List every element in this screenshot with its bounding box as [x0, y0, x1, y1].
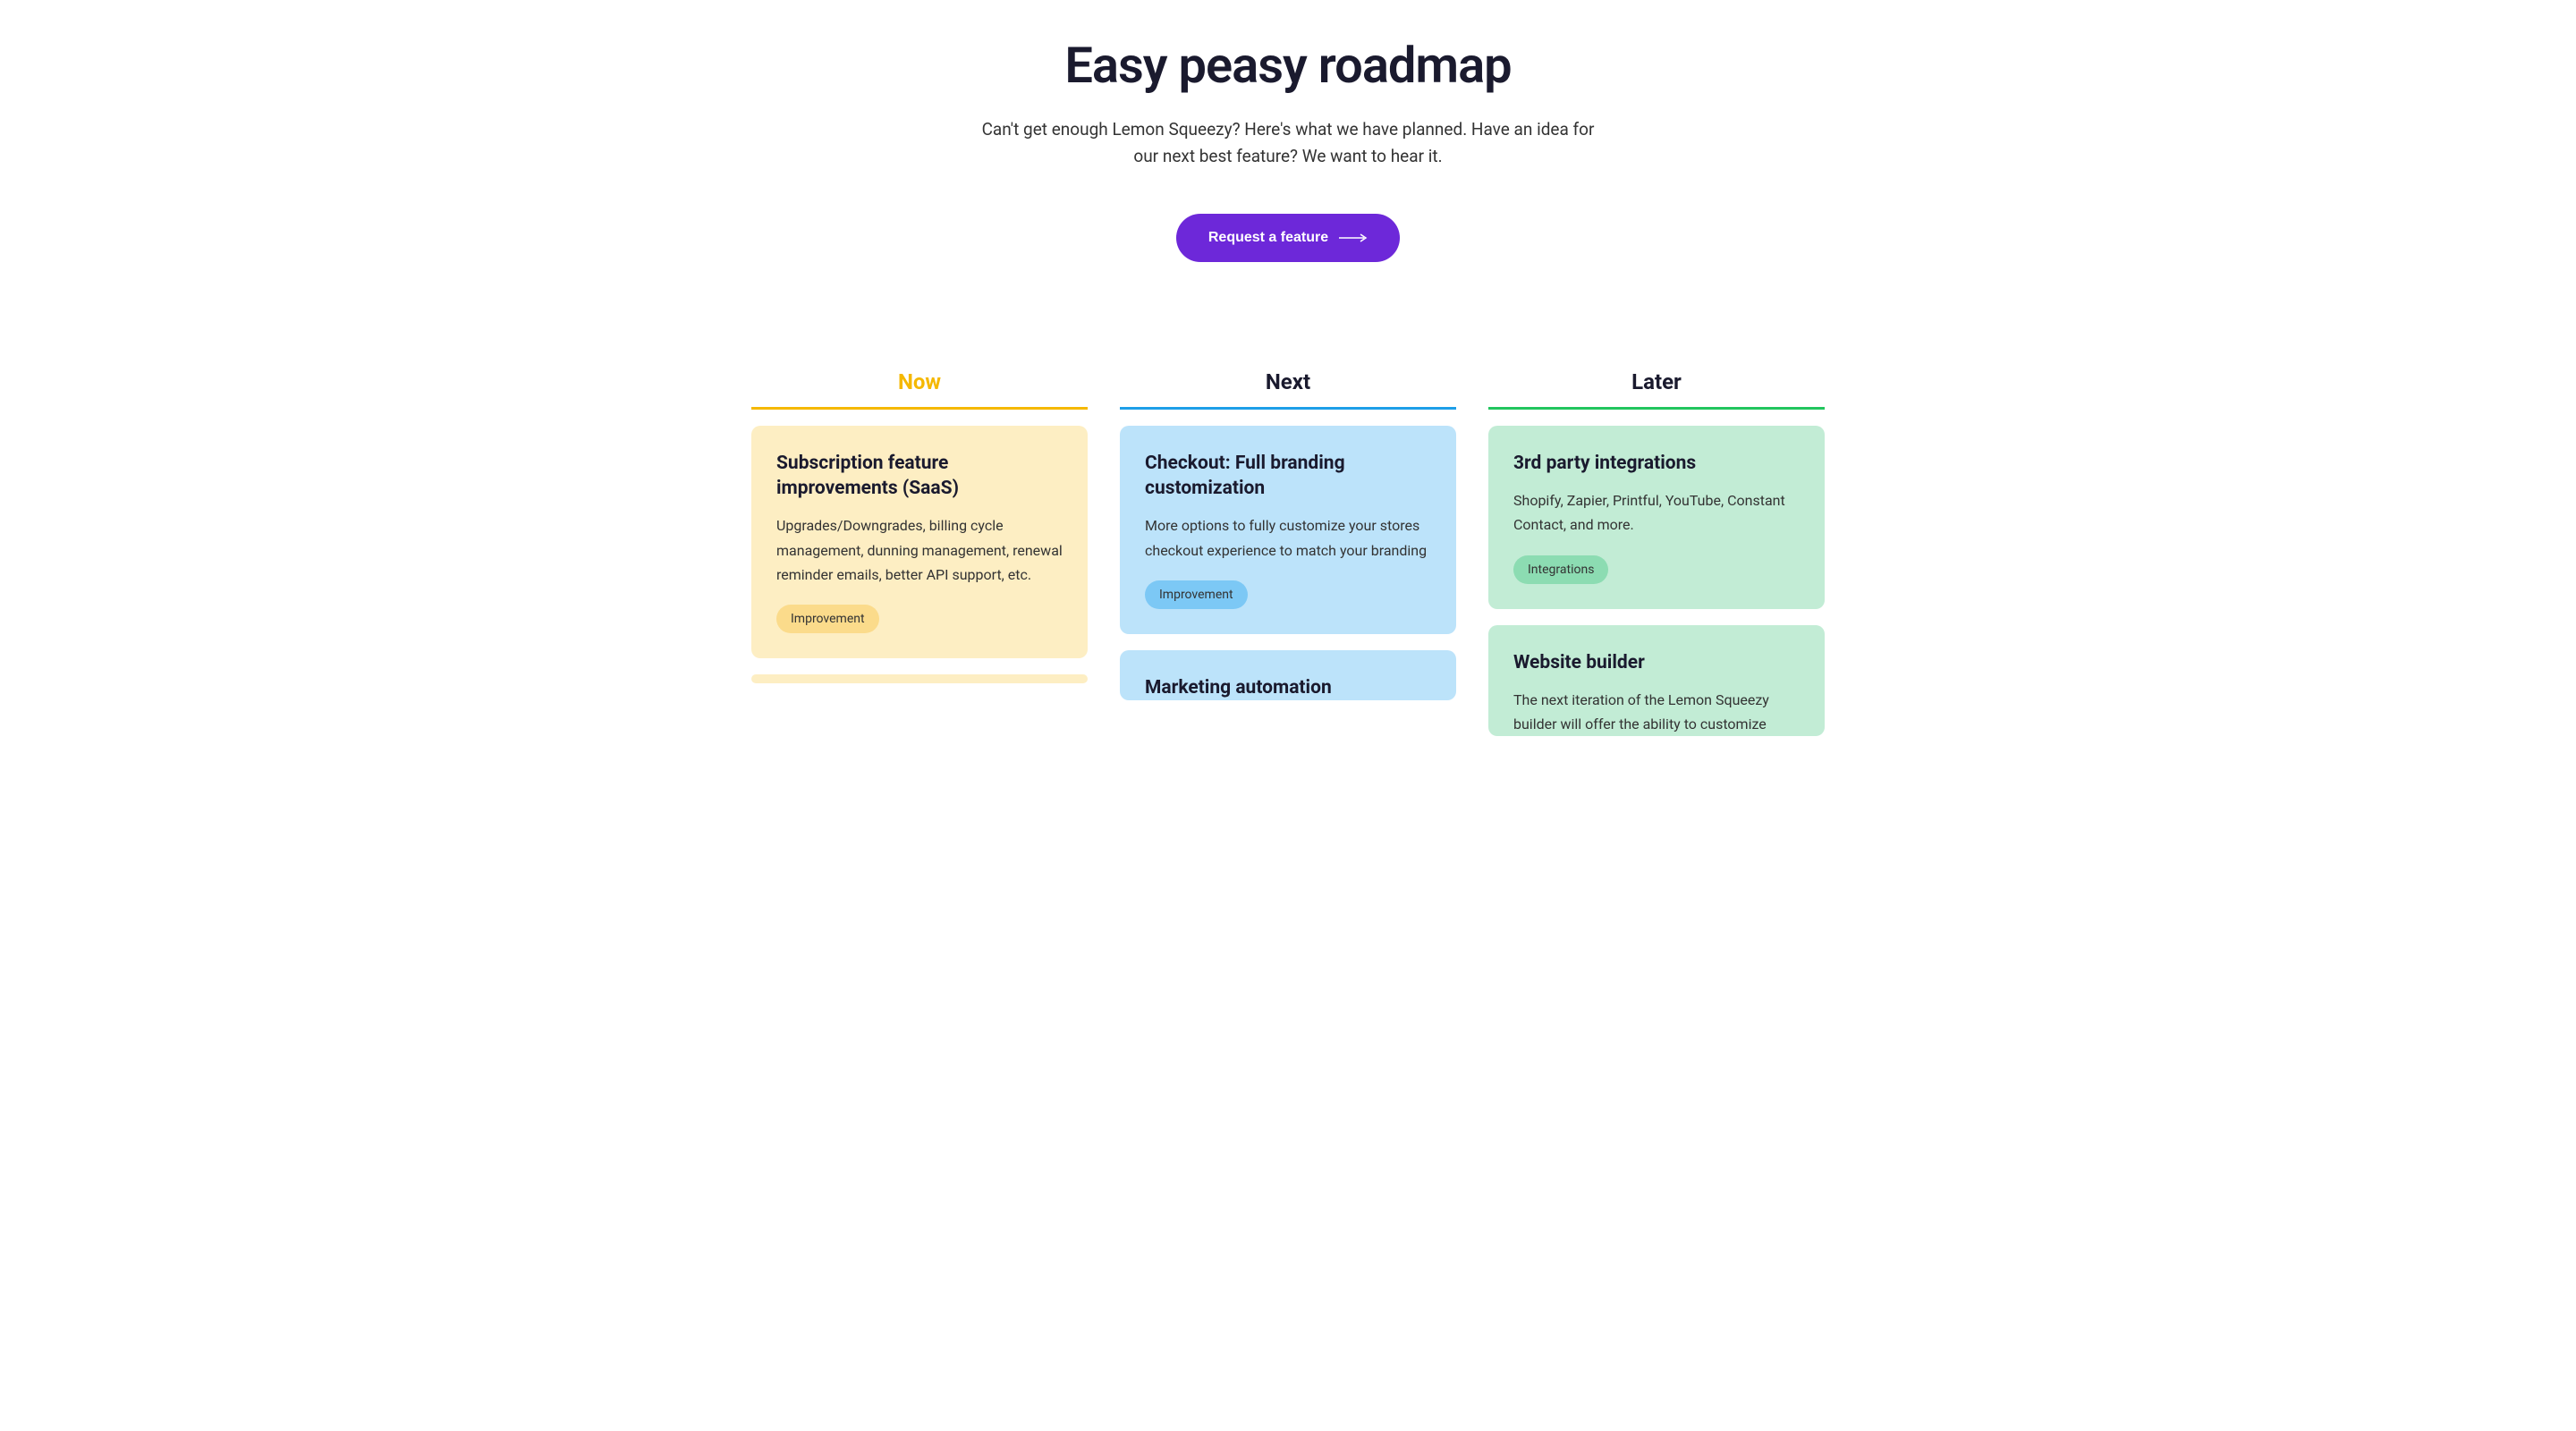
roadmap-card[interactable]: 3rd party integrations Shopify, Zapier, … — [1488, 426, 1825, 609]
column-later: Later 3rd party integrations Shopify, Za… — [1488, 369, 1825, 752]
page-subtitle: Can't get enough Lemon Squeezy? Here's w… — [975, 116, 1601, 171]
card-tag: Improvement — [776, 605, 879, 633]
page-header: Easy peasy roadmap Can't get enough Lemo… — [751, 36, 1825, 262]
roadmap-card[interactable]: Marketing automation — [1120, 650, 1456, 700]
roadmap-card[interactable]: Subscription feature improvements (SaaS)… — [751, 426, 1088, 658]
arrow-right-icon — [1339, 233, 1368, 242]
cta-label: Request a feature — [1208, 230, 1328, 246]
column-header-now: Now — [751, 369, 1088, 410]
column-next: Next Checkout: Full branding customizati… — [1120, 369, 1456, 752]
card-tag: Improvement — [1145, 580, 1248, 609]
card-title: Checkout: Full branding customization — [1145, 451, 1431, 502]
card-description: More options to fully customize your sto… — [1145, 513, 1431, 562]
card-description: The next iteration of the Lemon Squeezy … — [1513, 688, 1800, 736]
roadmap-card[interactable]: Website builder The next iteration of th… — [1488, 625, 1825, 737]
card-description: Upgrades/Downgrades, billing cycle manag… — [776, 513, 1063, 587]
card-tag: Integrations — [1513, 555, 1608, 584]
request-feature-button[interactable]: Request a feature — [1176, 214, 1400, 262]
roadmap-card[interactable] — [751, 674, 1088, 683]
page-title: Easy peasy roadmap — [751, 36, 1825, 95]
roadmap-card[interactable]: Checkout: Full branding customization Mo… — [1120, 426, 1456, 634]
card-title: Subscription feature improvements (SaaS) — [776, 451, 1063, 502]
card-title: Marketing automation — [1145, 675, 1431, 700]
card-description: Shopify, Zapier, Printful, YouTube, Cons… — [1513, 488, 1800, 537]
column-header-later: Later — [1488, 369, 1825, 410]
card-title: 3rd party integrations — [1513, 451, 1800, 476]
roadmap-columns: Now Subscription feature improvements (S… — [751, 369, 1825, 752]
card-title: Website builder — [1513, 650, 1800, 675]
column-header-next: Next — [1120, 369, 1456, 410]
column-now: Now Subscription feature improvements (S… — [751, 369, 1088, 752]
